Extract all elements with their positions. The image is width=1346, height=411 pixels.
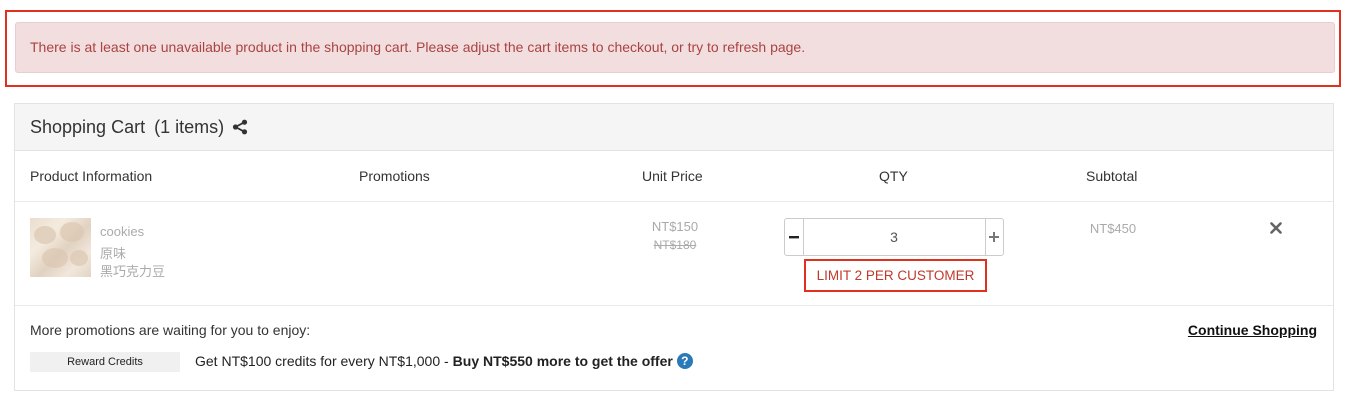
shopping-cart-panel: Shopping Cart (1 items) Product Informat… [14, 103, 1334, 391]
column-header-product: Product Information [30, 168, 153, 184]
product-thumbnail[interactable] [30, 218, 91, 277]
minus-icon [788, 236, 799, 239]
offer-requirement: Buy NT$550 more to get the offer [452, 353, 673, 369]
column-header-unit-price: Unit Price [642, 168, 703, 184]
product-name[interactable]: cookies [100, 224, 144, 239]
row-divider [15, 201, 1333, 202]
quantity-stepper [784, 218, 1004, 256]
cart-header: Shopping Cart (1 items) [15, 104, 1333, 151]
question-circle-icon[interactable]: ? [676, 353, 693, 369]
reward-credits-tag: Reward Credits [30, 352, 180, 372]
quantity-input[interactable] [803, 219, 985, 255]
row-divider [15, 305, 1333, 306]
product-variant: 原味 [100, 246, 127, 261]
reward-credits-label: Reward Credits [67, 356, 143, 368]
item-subtotal: NT$450 [1089, 221, 1137, 236]
unavailable-product-alert: There is at least one unavailable produc… [15, 22, 1335, 73]
plus-icon [989, 232, 1000, 242]
continue-shopping-link[interactable]: Continue Shopping [1188, 322, 1317, 338]
product-variant: 黑巧克力豆 [100, 264, 166, 279]
original-price: NT$180 [653, 238, 697, 252]
more-promotions-heading: More promotions are waiting for you to e… [30, 322, 311, 338]
column-header-qty: QTY [879, 168, 908, 184]
increase-quantity-button[interactable] [984, 219, 1004, 255]
close-icon[interactable] [1270, 221, 1282, 239]
unit-price: NT$150 [651, 219, 699, 234]
purchase-limit-notice: LIMIT 2 PER CUSTOMER [804, 259, 987, 292]
cart-item-count: (1 items) [154, 116, 225, 137]
column-header-promotions: Promotions [359, 168, 430, 184]
limit-text: LIMIT 2 PER CUSTOMER [816, 268, 975, 283]
cart-title: Shopping Cart [30, 116, 146, 137]
offer-text: Get NT$100 credits for every NT$1,000 - [195, 353, 449, 369]
decrease-quantity-button[interactable] [785, 219, 804, 255]
alert-message: There is at least one unavailable produc… [30, 39, 806, 55]
share-icon[interactable] [232, 119, 248, 135]
promotion-offer: Get NT$100 credits for every NT$1,000 - … [195, 353, 693, 369]
column-header-subtotal: Subtotal [1086, 168, 1138, 184]
